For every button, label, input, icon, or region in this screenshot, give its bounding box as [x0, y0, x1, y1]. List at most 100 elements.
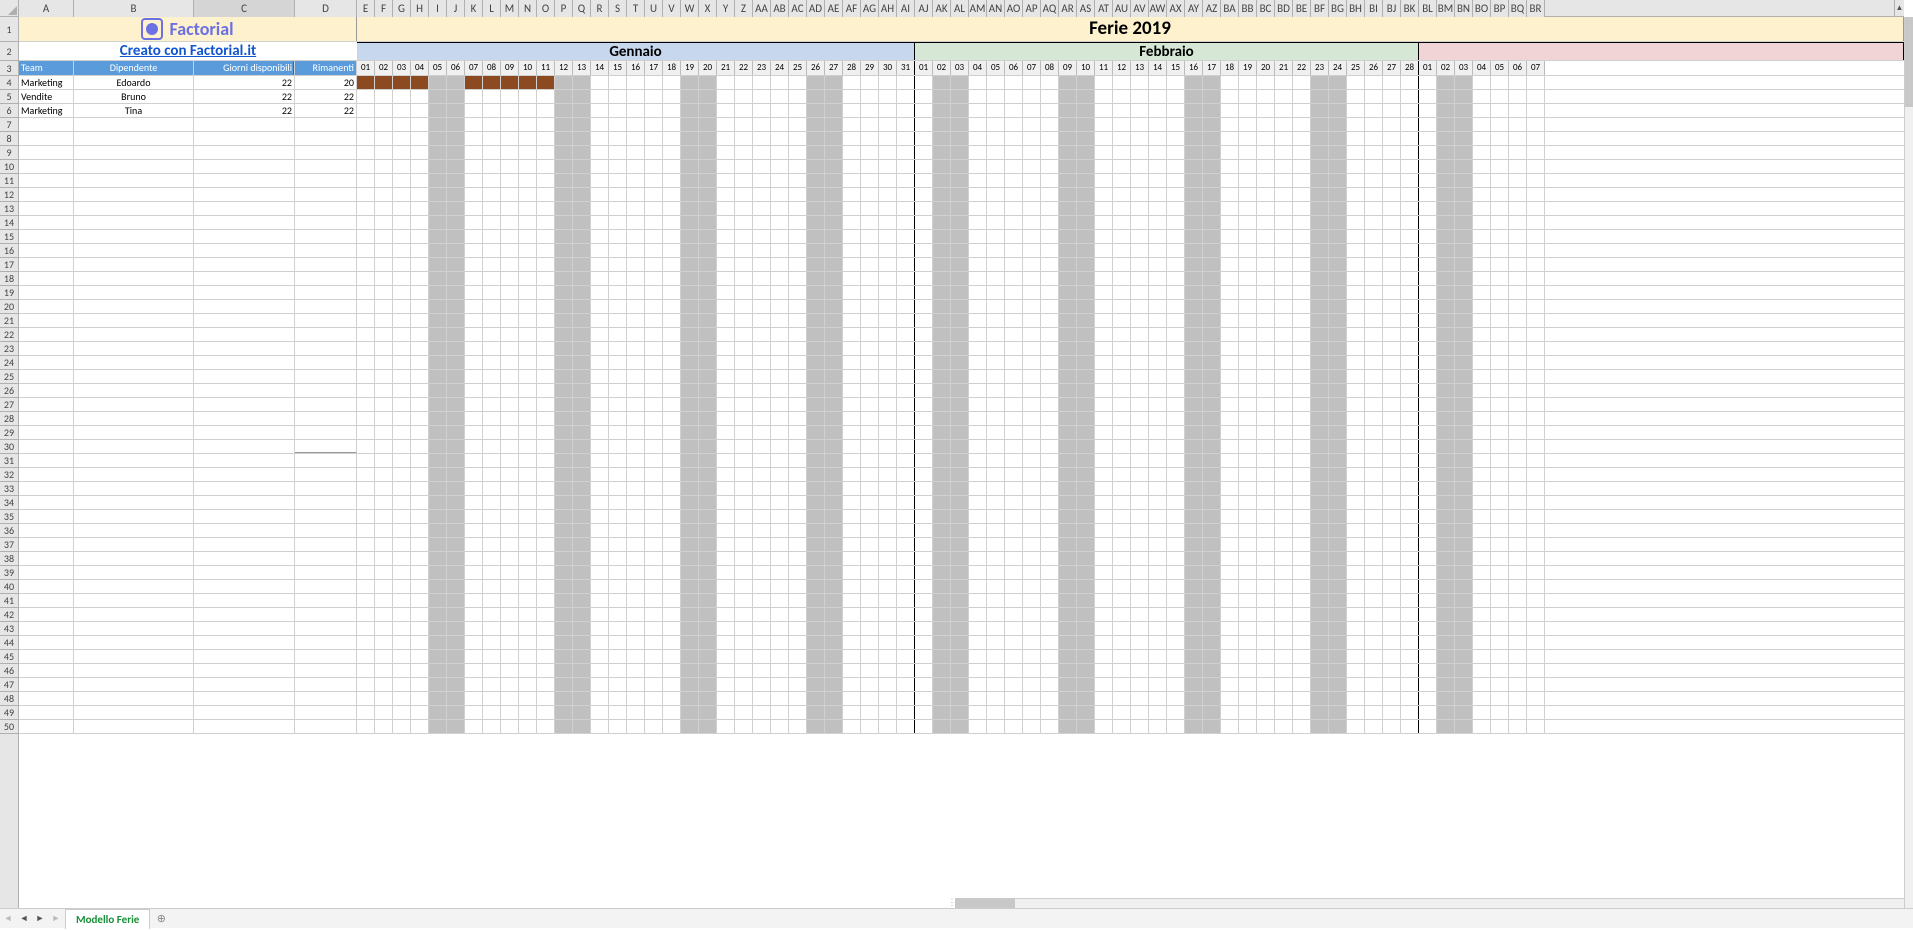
day-cell[interactable]: 13	[573, 61, 591, 75]
day-cell[interactable]	[1149, 692, 1167, 705]
day-cell[interactable]	[915, 118, 933, 131]
day-cell[interactable]	[1311, 482, 1329, 495]
day-cell[interactable]	[1005, 580, 1023, 593]
day-cell[interactable]	[987, 482, 1005, 495]
day-cell[interactable]	[753, 552, 771, 565]
day-cell[interactable]	[1311, 552, 1329, 565]
day-cell[interactable]	[1221, 636, 1239, 649]
day-cell[interactable]	[789, 188, 807, 201]
day-cell[interactable]	[951, 538, 969, 551]
day-cell[interactable]	[1527, 384, 1545, 397]
day-cell[interactable]	[969, 132, 987, 145]
day-cell[interactable]	[1041, 174, 1059, 187]
day-cell[interactable]	[1329, 216, 1347, 229]
day-cell[interactable]	[1221, 104, 1239, 117]
day-cell[interactable]	[393, 398, 411, 411]
day-cell[interactable]	[1473, 608, 1491, 621]
day-cell[interactable]	[699, 174, 717, 187]
day-cell[interactable]	[1491, 286, 1509, 299]
day-cell[interactable]	[1203, 426, 1221, 439]
day-cell[interactable]	[1437, 664, 1455, 677]
day-cell[interactable]	[483, 118, 501, 131]
day-cell[interactable]	[1491, 566, 1509, 579]
day-cell[interactable]	[1185, 188, 1203, 201]
day-cell[interactable]	[645, 230, 663, 243]
day-cell[interactable]	[1077, 272, 1095, 285]
day-cell[interactable]	[1005, 286, 1023, 299]
day-cell[interactable]	[1437, 146, 1455, 159]
day-cell[interactable]	[663, 482, 681, 495]
day-cell[interactable]	[681, 356, 699, 369]
day-cell[interactable]	[1023, 342, 1041, 355]
cell[interactable]	[295, 286, 357, 299]
day-cell[interactable]	[1059, 384, 1077, 397]
day-cell[interactable]	[537, 90, 555, 103]
day-cell[interactable]	[825, 510, 843, 523]
day-cell[interactable]	[1383, 328, 1401, 341]
day-cell[interactable]	[609, 412, 627, 425]
day-cell[interactable]	[1077, 650, 1095, 663]
cell[interactable]	[295, 118, 357, 131]
day-cell[interactable]	[717, 440, 735, 453]
day-cell[interactable]	[1203, 202, 1221, 215]
day-cell[interactable]	[717, 314, 735, 327]
day-cell[interactable]	[1401, 174, 1419, 187]
day-cell[interactable]	[879, 650, 897, 663]
day-cell[interactable]	[699, 76, 717, 89]
day-cell[interactable]	[1203, 160, 1221, 173]
day-cell[interactable]	[411, 594, 429, 607]
day-cell[interactable]	[735, 412, 753, 425]
day-cell[interactable]	[1455, 384, 1473, 397]
day-cell[interactable]	[1203, 538, 1221, 551]
day-cell[interactable]	[807, 552, 825, 565]
day-cell[interactable]	[789, 566, 807, 579]
day-cell[interactable]	[933, 482, 951, 495]
day-cell[interactable]	[1347, 76, 1365, 89]
day-cell[interactable]	[969, 356, 987, 369]
day-cell[interactable]	[1383, 552, 1401, 565]
day-cell[interactable]	[789, 202, 807, 215]
day-cell[interactable]	[969, 594, 987, 607]
day-cell[interactable]	[1131, 524, 1149, 537]
day-cell[interactable]	[1419, 286, 1437, 299]
day-cell[interactable]	[627, 370, 645, 383]
day-cell[interactable]	[987, 398, 1005, 411]
day-cell[interactable]	[537, 412, 555, 425]
day-cell[interactable]	[483, 594, 501, 607]
day-cell[interactable]	[807, 272, 825, 285]
day-cell[interactable]	[1329, 636, 1347, 649]
day-cell[interactable]	[1473, 244, 1491, 257]
day-cell[interactable]	[519, 482, 537, 495]
day-cell[interactable]	[1113, 328, 1131, 341]
day-cell[interactable]	[735, 482, 753, 495]
day-cell[interactable]	[411, 552, 429, 565]
day-cell[interactable]	[879, 76, 897, 89]
day-cell[interactable]	[555, 188, 573, 201]
day-cell[interactable]	[375, 370, 393, 383]
day-cell[interactable]	[1419, 146, 1437, 159]
day-cell[interactable]	[1401, 650, 1419, 663]
day-cell[interactable]	[555, 244, 573, 257]
day-cell[interactable]	[429, 132, 447, 145]
day-cell[interactable]	[717, 328, 735, 341]
day-cell[interactable]	[393, 692, 411, 705]
day-cell[interactable]	[1275, 468, 1293, 481]
day-cell[interactable]	[699, 678, 717, 691]
day-cell[interactable]	[1509, 174, 1527, 187]
day-cell[interactable]	[1509, 608, 1527, 621]
day-cell[interactable]	[1383, 678, 1401, 691]
day-cell[interactable]	[1167, 552, 1185, 565]
day-cell[interactable]	[807, 244, 825, 257]
day-cell[interactable]	[1167, 678, 1185, 691]
col-header-Z[interactable]: Z	[735, 0, 753, 17]
day-cell[interactable]	[1005, 524, 1023, 537]
day-cell[interactable]	[663, 468, 681, 481]
day-cell[interactable]	[933, 328, 951, 341]
day-cell[interactable]	[1149, 202, 1167, 215]
day-cell[interactable]	[1419, 594, 1437, 607]
day-cell[interactable]	[1401, 594, 1419, 607]
day-cell[interactable]	[1419, 650, 1437, 663]
day-cell[interactable]	[1455, 636, 1473, 649]
day-cell[interactable]	[627, 482, 645, 495]
day-cell[interactable]	[1239, 608, 1257, 621]
